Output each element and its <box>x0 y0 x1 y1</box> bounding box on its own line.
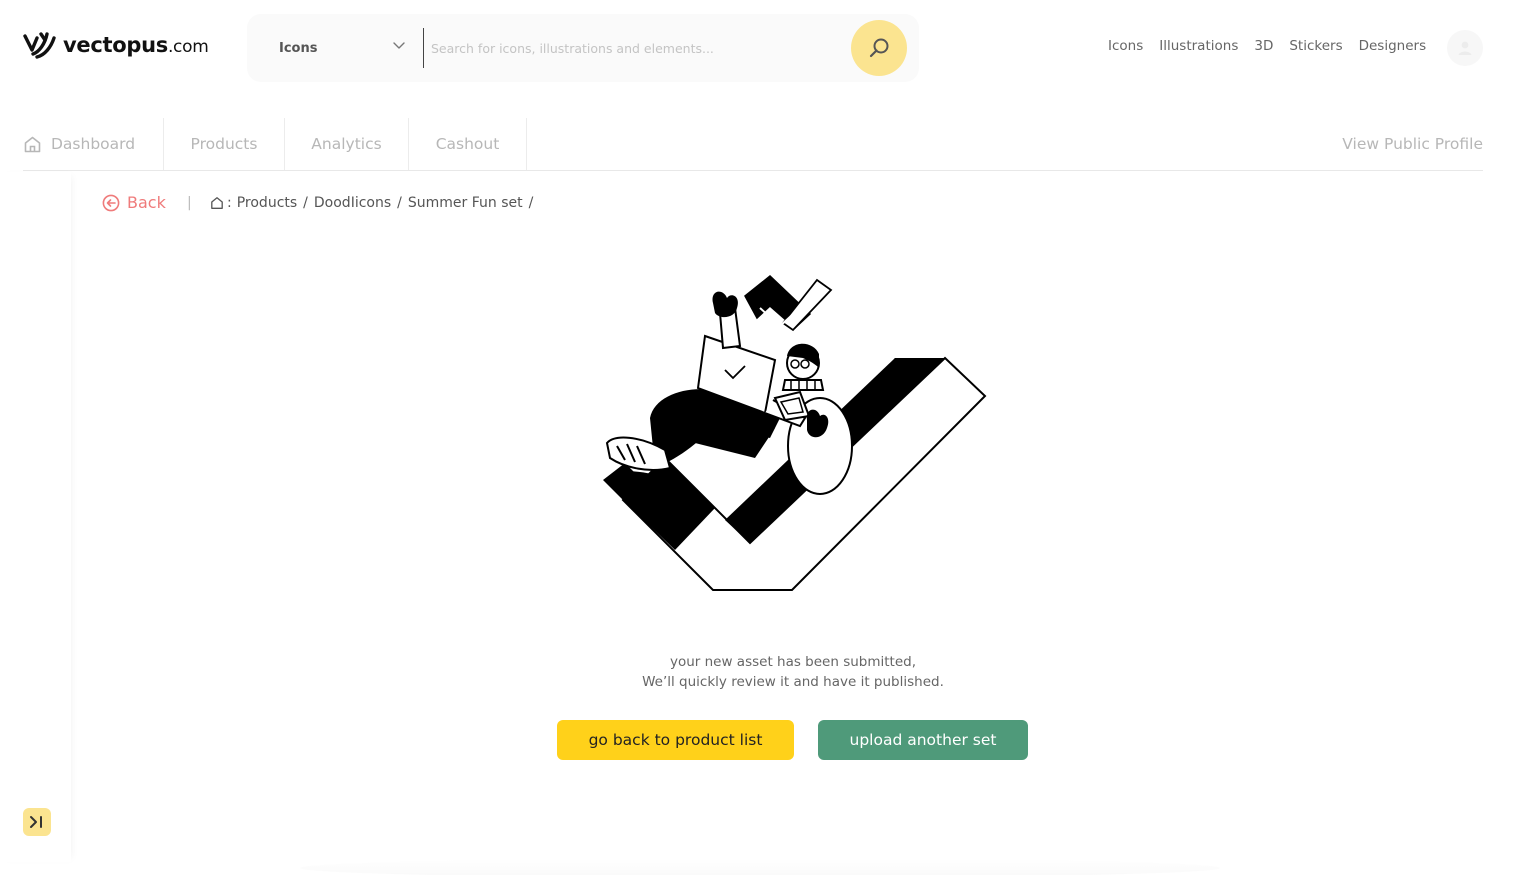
tab-dashboard-label: Dashboard <box>51 135 136 153</box>
back-label: Back <box>127 193 166 212</box>
tab-analytics-label: Analytics <box>311 135 382 153</box>
arrow-left-circle-icon <box>102 194 120 211</box>
home-icon[interactable] <box>210 196 224 210</box>
chevron-down-icon[interactable] <box>393 42 405 50</box>
dashboard-tabs: Dashboard Products Analytics Cashout Vie… <box>23 118 1483 171</box>
breadcrumb-item-products[interactable]: Products <box>237 195 297 211</box>
left-sidebar <box>0 172 71 862</box>
home-icon <box>23 135 42 154</box>
breadcrumb-slash: / <box>303 195 308 211</box>
search-input[interactable] <box>431 34 841 62</box>
topnav-designers[interactable]: Designers <box>1359 38 1427 54</box>
search-type-label: Icons <box>279 40 318 56</box>
search-divider <box>423 28 424 68</box>
breadcrumb-prefix: : <box>227 195 232 211</box>
topnav-stickers[interactable]: Stickers <box>1289 38 1342 54</box>
breadcrumb-slash: / <box>528 195 534 211</box>
avatar[interactable] <box>1447 30 1483 66</box>
back-button[interactable]: Back <box>102 193 166 212</box>
submission-message-line-1: your new asset has been submitted, <box>669 654 917 670</box>
search-icon <box>869 38 889 58</box>
chevron-right-bar-icon <box>30 816 42 828</box>
tab-cashout-label: Cashout <box>435 135 500 153</box>
topnav-icons[interactable]: Icons <box>1108 38 1143 54</box>
go-back-to-product-list-button[interactable]: go back to product list <box>557 720 794 760</box>
tab-products-label: Products <box>190 135 258 153</box>
tab-cashout[interactable]: Cashout <box>409 118 527 170</box>
search-type-select[interactable]: Icons <box>279 14 317 82</box>
submitted-success-illustration <box>603 275 987 591</box>
breadcrumb-separator: | <box>187 195 192 211</box>
user-icon <box>1458 41 1472 55</box>
brand-logo[interactable]: vectopus.com <box>23 30 209 60</box>
brand-name: vectopus.com <box>63 33 209 57</box>
search-bar: Icons <box>247 14 919 82</box>
footer-shadow <box>300 858 1220 875</box>
tab-dashboard[interactable]: Dashboard <box>23 118 164 170</box>
vectopus-logo-icon <box>23 32 56 59</box>
search-button[interactable] <box>851 20 907 76</box>
topnav-3d[interactable]: 3D <box>1254 38 1273 54</box>
breadcrumb-slash: / <box>397 195 402 211</box>
header: vectopus.com Icons Icons Illustrations 3… <box>0 0 1538 95</box>
view-public-profile-link[interactable]: View Public Profile <box>1342 118 1483 170</box>
submission-message-line-2: We’ll quickly review it and have it publ… <box>642 674 944 690</box>
upload-another-set-button[interactable]: upload another set <box>818 720 1028 760</box>
breadcrumb-item-summer-fun-set[interactable]: Summer Fun set <box>408 195 523 211</box>
top-nav: Icons Illustrations 3D Stickers Designer… <box>1108 38 1426 54</box>
tab-analytics[interactable]: Analytics <box>285 118 409 170</box>
tab-products[interactable]: Products <box>164 118 285 170</box>
sidebar-expand-button[interactable] <box>23 808 51 836</box>
breadcrumb: : Products / DoodIicons / Summer Fun set… <box>210 195 539 211</box>
topnav-illustrations[interactable]: Illustrations <box>1159 38 1238 54</box>
breadcrumb-item-doodlicons[interactable]: DoodIicons <box>314 195 391 211</box>
